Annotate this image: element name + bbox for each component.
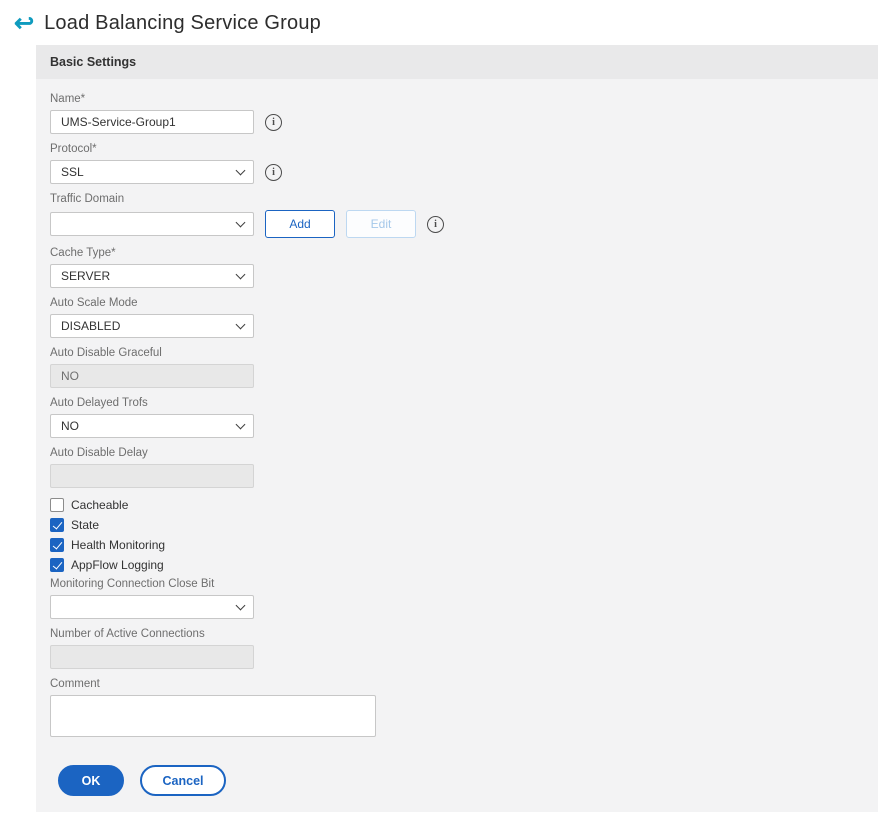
checkbox-icon[interactable]	[50, 498, 64, 512]
cacheable-checkbox-label: Cacheable	[71, 498, 129, 512]
comment-field-group: Comment	[50, 678, 864, 742]
auto-scale-mode-selected-value: DISABLED	[61, 319, 121, 333]
monitoring-connection-close-bit-field-group: Monitoring Connection Close Bit	[50, 578, 864, 619]
comment-input[interactable]	[50, 695, 376, 737]
number-of-active-connections-label: Number of Active Connections	[50, 628, 205, 640]
protocol-selected-value: SSL	[61, 165, 84, 179]
appflow-logging-checkbox-row[interactable]: AppFlow Logging	[50, 558, 864, 572]
cache-type-field-group: Cache Type* SERVER	[50, 247, 864, 288]
add-button[interactable]: Add	[265, 210, 335, 238]
basic-settings-panel: Basic Settings Name* i Protocol* SSL i T…	[36, 45, 878, 812]
auto-disable-graceful-label: Auto Disable Graceful	[50, 347, 162, 359]
checkbox-group: Cacheable State Health Monitoring AppFlo…	[50, 498, 864, 572]
auto-disable-delay-input	[50, 464, 254, 488]
number-of-active-connections-input	[50, 645, 254, 669]
monitoring-connection-close-bit-label: Monitoring Connection Close Bit	[50, 578, 215, 590]
auto-delayed-trofs-selected-value: NO	[61, 419, 79, 433]
page-title: Load Balancing Service Group	[44, 12, 321, 34]
auto-scale-mode-label: Auto Scale Mode	[50, 297, 138, 309]
info-icon[interactable]: i	[265, 163, 282, 181]
cacheable-checkbox-row[interactable]: Cacheable	[50, 498, 864, 512]
page-header: ↩ Load Balancing Service Group	[0, 0, 878, 45]
checkbox-icon[interactable]	[50, 558, 64, 572]
auto-disable-graceful-input: NO	[50, 364, 254, 388]
protocol-select[interactable]: SSL	[50, 160, 254, 184]
traffic-domain-field-group: Traffic Domain Add Edit i	[50, 193, 864, 238]
protocol-label: Protocol*	[50, 143, 97, 155]
cache-type-selected-value: SERVER	[61, 269, 111, 283]
auto-disable-delay-field-group: Auto Disable Delay	[50, 447, 864, 488]
auto-scale-mode-field-group: Auto Scale Mode DISABLED	[50, 297, 864, 338]
panel-header: Basic Settings	[36, 45, 878, 79]
chevron-down-icon	[235, 165, 246, 176]
cache-type-select[interactable]: SERVER	[50, 264, 254, 288]
name-label: Name*	[50, 93, 86, 105]
edit-button[interactable]: Edit	[346, 210, 416, 238]
checkbox-icon[interactable]	[50, 538, 64, 552]
chevron-down-icon	[235, 600, 246, 611]
comment-label: Comment	[50, 678, 100, 690]
chevron-down-icon	[235, 269, 246, 280]
auto-scale-mode-select[interactable]: DISABLED	[50, 314, 254, 338]
number-of-active-connections-field-group: Number of Active Connections	[50, 628, 864, 669]
auto-delayed-trofs-select[interactable]: NO	[50, 414, 254, 438]
monitoring-connection-close-bit-select[interactable]	[50, 595, 254, 619]
traffic-domain-label: Traffic Domain	[50, 193, 125, 205]
auto-disable-delay-label: Auto Disable Delay	[50, 447, 148, 459]
appflow-logging-checkbox-label: AppFlow Logging	[71, 558, 164, 572]
health-monitoring-checkbox-row[interactable]: Health Monitoring	[50, 538, 864, 552]
auto-disable-graceful-field-group: Auto Disable Graceful NO	[50, 347, 864, 388]
protocol-field-group: Protocol* SSL i	[50, 143, 864, 184]
info-icon[interactable]: i	[265, 113, 282, 131]
chevron-down-icon	[235, 217, 246, 228]
auto-delayed-trofs-field-group: Auto Delayed Trofs NO	[50, 397, 864, 438]
name-input[interactable]	[50, 110, 254, 134]
chevron-down-icon	[235, 319, 246, 330]
chevron-down-icon	[235, 419, 246, 430]
cache-type-label: Cache Type*	[50, 247, 116, 259]
cancel-button[interactable]: Cancel	[140, 765, 226, 796]
back-arrow-icon[interactable]: ↩	[14, 11, 34, 35]
health-monitoring-checkbox-label: Health Monitoring	[71, 538, 166, 552]
action-bar: OK Cancel	[50, 751, 864, 812]
state-checkbox-label: State	[71, 518, 100, 532]
auto-delayed-trofs-label: Auto Delayed Trofs	[50, 397, 148, 409]
info-icon[interactable]: i	[427, 215, 444, 233]
checkbox-icon[interactable]	[50, 518, 64, 532]
traffic-domain-select[interactable]	[50, 212, 254, 236]
state-checkbox-row[interactable]: State	[50, 518, 864, 532]
name-field-group: Name* i	[50, 93, 864, 134]
panel-body: Name* i Protocol* SSL i Traffic Domain	[36, 79, 878, 812]
ok-button[interactable]: OK	[58, 765, 124, 796]
